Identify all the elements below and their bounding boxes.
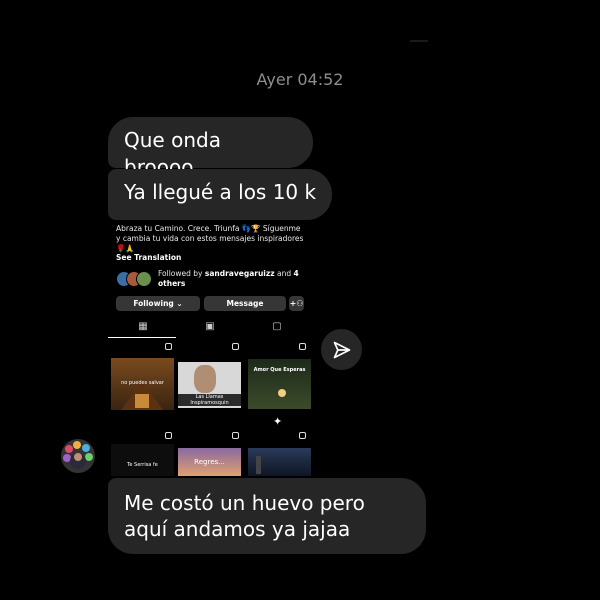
message-bubble[interactable]: Ya llegué a los 10 k	[108, 169, 333, 220]
reel-icon	[165, 432, 172, 439]
add-person-icon: +⚇	[289, 296, 304, 311]
status-mark	[410, 40, 428, 42]
reel-icon	[232, 343, 239, 350]
reel-icon	[165, 343, 172, 350]
post-thumbnail: Amor Que Esperas	[248, 359, 311, 409]
active-tab-indicator	[108, 337, 176, 338]
share-button[interactable]	[321, 329, 362, 370]
message-timestamp: Ayer 04:52	[256, 70, 344, 89]
send-icon	[333, 341, 350, 358]
post-thumbnail: Te Serrisa fe	[111, 444, 174, 476]
reel-icon	[299, 343, 306, 350]
post-thumbnail: Las Llamas Inspiramosquin	[178, 362, 241, 408]
post-thumbnail	[248, 448, 311, 476]
post-thumbnail: no puedes salvar	[111, 358, 174, 410]
following-button: Following ⌄	[116, 296, 200, 311]
sparkle-icon: ✦	[273, 415, 283, 428]
message-button: Message	[204, 296, 286, 311]
reel-icon	[299, 432, 306, 439]
message-bubble[interactable]: Que onda broooo	[108, 117, 313, 179]
tagged-icon: ▢	[272, 321, 282, 332]
message-bubble[interactable]: Me costó un huevo pero aquí andamos ya j…	[108, 478, 426, 554]
see-translation-link: See Translation	[116, 253, 182, 262]
grid-icon: ▦	[138, 321, 148, 332]
reels-icon: ▣	[205, 321, 215, 332]
reel-icon	[232, 432, 239, 439]
profile-bio: Abraza tu Camino. Crece. Triunfa 👣🏆 Sígu…	[116, 224, 304, 253]
followed-by-text: Followed by sandravegaruizz and 4 others	[158, 269, 299, 288]
post-thumbnail: Regres...	[178, 448, 241, 476]
shared-profile-screenshot[interactable]: Abraza tu Camino. Crece. Triunfa 👣🏆 Sígu…	[108, 222, 311, 476]
follower-avatars	[116, 271, 156, 287]
avatar[interactable]	[61, 439, 95, 473]
